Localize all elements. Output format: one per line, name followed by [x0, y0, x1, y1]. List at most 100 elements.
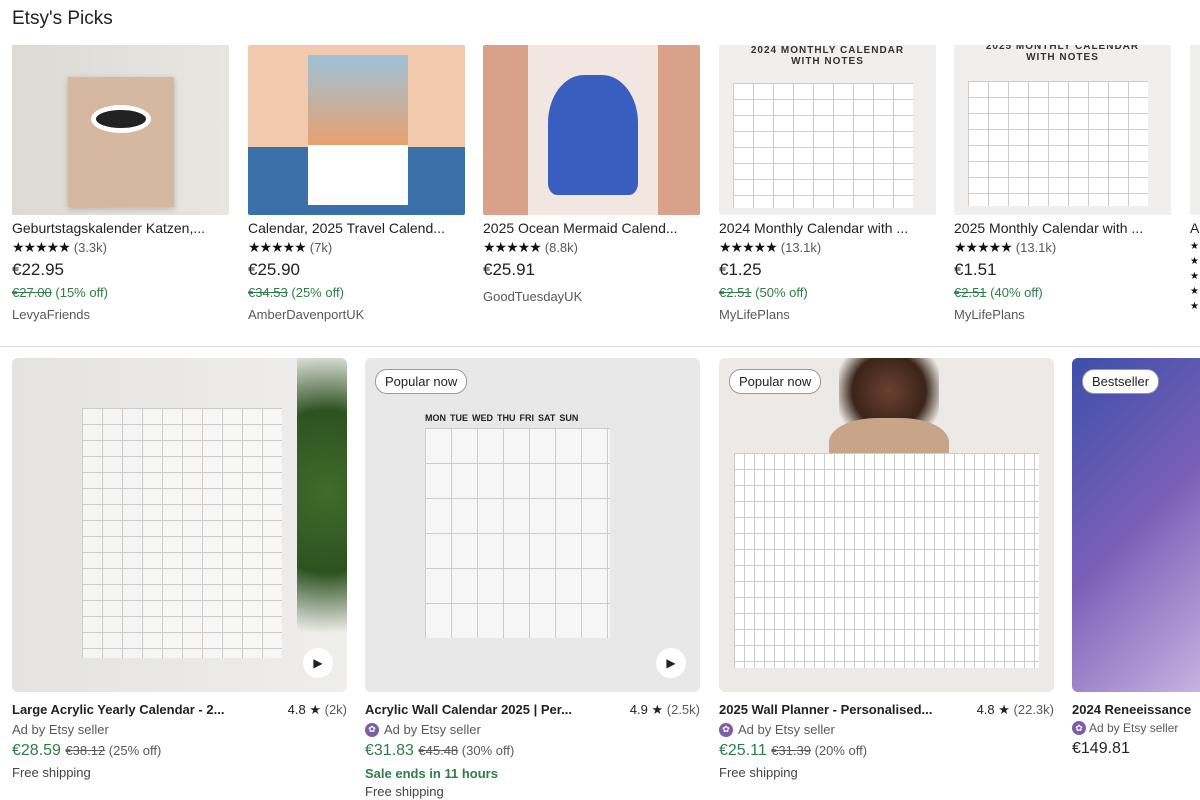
- listing-card[interactable]: Geburtstagskalender Katzen,... ★★★★★ (3.3…: [12, 45, 229, 322]
- day-label: TUE: [450, 413, 468, 423]
- price: €25.90: [248, 260, 300, 279]
- listing-card[interactable]: 2024 MONTHLY CALENDAR WITH NOTES 2024 Mo…: [719, 45, 936, 322]
- rating-stars: ★★★★★ (3.3k): [12, 239, 229, 256]
- original-price: €2.51: [954, 285, 987, 300]
- calendar-grid: [968, 81, 1148, 206]
- discount-percent: (20% off): [814, 743, 868, 758]
- seller-name[interactable]: GoodTuesdayUK: [483, 289, 700, 304]
- calendar-picture: [308, 55, 408, 205]
- seller-name[interactable]: LevyaFriends: [12, 307, 229, 322]
- ad-text: Ad by Etsy seller: [384, 722, 481, 737]
- bestseller-badge: Bestseller: [1082, 369, 1160, 394]
- listing-title[interactable]: Calendar, 2025 Travel Calend...: [248, 220, 465, 236]
- seller-name[interactable]: AmberDavenportUK: [248, 307, 465, 322]
- day-label: SAT: [538, 413, 556, 423]
- listing-image[interactable]: [12, 45, 229, 215]
- popular-badge: Popular now: [729, 369, 822, 394]
- ad-listing-card[interactable]: Popular now 2025 Wall Planner - Personal…: [719, 358, 1054, 780]
- calendar-grid: [733, 83, 913, 208]
- listing-image[interactable]: Bestseller: [1072, 358, 1200, 692]
- ad-text: Ad by Etsy seller: [12, 722, 109, 737]
- discount-percent: (25% off): [108, 743, 162, 758]
- listing-card[interactable]: A ★★★★★: [1190, 45, 1200, 314]
- listing-title[interactable]: 2025 Ocean Mermaid Calend...: [483, 220, 700, 236]
- listing-image[interactable]: Popular now: [719, 358, 1054, 692]
- ad-listing-card[interactable]: Bestseller 2024 Reneeissance ✿ Ad by Etsy…: [1072, 358, 1200, 758]
- listing-title[interactable]: 2024 Reneeissance: [1072, 702, 1191, 717]
- listing-title[interactable]: A: [1190, 220, 1200, 236]
- ad-label: ✿ Ad by Etsy seller: [1072, 721, 1200, 735]
- day-label: THU: [497, 413, 516, 423]
- ad-listing-card[interactable]: ▶ Large Acrylic Yearly Calendar - 2... 4.…: [12, 358, 347, 780]
- original-price: €31.39: [771, 743, 811, 758]
- review-count: (13.1k): [780, 240, 822, 255]
- day-label: FRI: [519, 413, 535, 423]
- discount: €27.00 (15% off): [12, 285, 229, 300]
- rating-stars: ★★★★★: [1190, 239, 1200, 314]
- ad-listing-card[interactable]: Popular now MON TUE WED THU FRI SAT SUN ▶ Acry…: [365, 358, 700, 799]
- etsy-seller-icon: ✿: [1072, 721, 1086, 735]
- discount-percent: (30% off): [461, 743, 515, 758]
- price: €25.11 €31.39 (20% off): [719, 742, 1054, 760]
- mermaid-picture: [548, 75, 638, 195]
- stars-icon: ★★★★★: [719, 239, 778, 255]
- listing-title[interactable]: 2025 Wall Planner - Personalised...: [719, 702, 932, 718]
- listing-title[interactable]: 2025 Monthly Calendar with ...: [954, 220, 1171, 236]
- listing-title[interactable]: 2024 Monthly Calendar with ...: [719, 220, 936, 236]
- price: €149.81: [1072, 740, 1200, 758]
- top-row: Geburtstagskalender Katzen,... ★★★★★ (3.3…: [0, 45, 1200, 335]
- sale-price: €31.83: [365, 742, 414, 759]
- sale-price: €28.59: [12, 742, 61, 759]
- day-label: SUN: [559, 413, 579, 423]
- rating-stars: ★★★★★ (8.8k): [483, 239, 700, 256]
- day-label: MON: [425, 413, 446, 423]
- day-label: WED: [472, 413, 493, 423]
- section-title: Etsy's Picks: [12, 8, 113, 29]
- seller-name[interactable]: MyLifePlans: [719, 307, 936, 322]
- rating: 4.8 ★ (2k): [287, 702, 347, 717]
- stars-icon: ★★★★★: [1190, 241, 1199, 312]
- etsy-seller-icon: ✿: [719, 722, 733, 737]
- listing-image[interactable]: [248, 45, 465, 215]
- rating-stars: ★★★★★ (7k): [248, 239, 465, 256]
- calendar-grid: [425, 428, 610, 638]
- title-row: Large Acrylic Yearly Calendar - 2... 4.8 …: [12, 702, 347, 718]
- listing-title[interactable]: Acrylic Wall Calendar 2025 | Per...: [365, 702, 572, 718]
- image-heading: 2025 MONTHLY CALENDAR WITH NOTES: [985, 45, 1140, 63]
- seller-name[interactable]: MyLifePlans: [954, 307, 1171, 322]
- review-count: (2.5k): [666, 702, 700, 717]
- listing-image[interactable]: 2025 MONTHLY CALENDAR WITH NOTES: [954, 45, 1171, 215]
- ad-label: ✿ Ad by Etsy seller: [365, 722, 700, 737]
- rating: 4.9 ★ (2.5k): [629, 702, 700, 717]
- plant-picture: [297, 358, 347, 692]
- review-count: (2k): [324, 702, 347, 717]
- listing-card[interactable]: Calendar, 2025 Travel Calend... ★★★★★ (7k…: [248, 45, 465, 322]
- listing-image[interactable]: Popular now MON TUE WED THU FRI SAT SUN ▶: [365, 358, 700, 692]
- image-days: MON TUE WED THU FRI SAT SUN: [425, 413, 645, 427]
- title-row: 2024 Reneeissance: [1072, 702, 1200, 717]
- rating-value: 4.8: [287, 702, 306, 717]
- play-video-button[interactable]: ▶: [303, 648, 333, 678]
- listing-image[interactable]: ▶: [12, 358, 347, 692]
- free-shipping: Free shipping: [365, 784, 444, 799]
- listing-image[interactable]: [1190, 45, 1200, 215]
- play-video-button[interactable]: ▶: [656, 648, 686, 678]
- calendar-picture: [68, 77, 174, 207]
- sale-price: €149.81: [1072, 740, 1130, 757]
- listing-title[interactable]: Geburtstagskalender Katzen,...: [12, 220, 229, 236]
- stars-icon: ★★★★★: [12, 239, 71, 255]
- original-price: €2.51: [719, 285, 752, 300]
- original-price: €27.00: [12, 285, 52, 300]
- image-heading: 2024 MONTHLY CALENDAR WITH NOTES: [750, 45, 905, 67]
- review-count: (3.3k): [73, 240, 107, 255]
- discount: €2.51 (40% off): [954, 285, 1171, 300]
- title-row: Acrylic Wall Calendar 2025 | Per... 4.9 ★…: [365, 702, 700, 718]
- listing-card[interactable]: 2025 Ocean Mermaid Calend... ★★★★★ (8.8k)…: [483, 45, 700, 304]
- listing-title[interactable]: Large Acrylic Yearly Calendar - 2...: [12, 702, 224, 718]
- listing-image[interactable]: 2024 MONTHLY CALENDAR WITH NOTES: [719, 45, 936, 215]
- listing-image[interactable]: [483, 45, 700, 215]
- discount: €34.53 (25% off): [248, 285, 465, 300]
- rating-stars: ★★★★★ (13.1k): [719, 239, 936, 256]
- discount: €2.51 (50% off): [719, 285, 936, 300]
- listing-card[interactable]: 2025 MONTHLY CALENDAR WITH NOTES 2025 Mo…: [954, 45, 1171, 322]
